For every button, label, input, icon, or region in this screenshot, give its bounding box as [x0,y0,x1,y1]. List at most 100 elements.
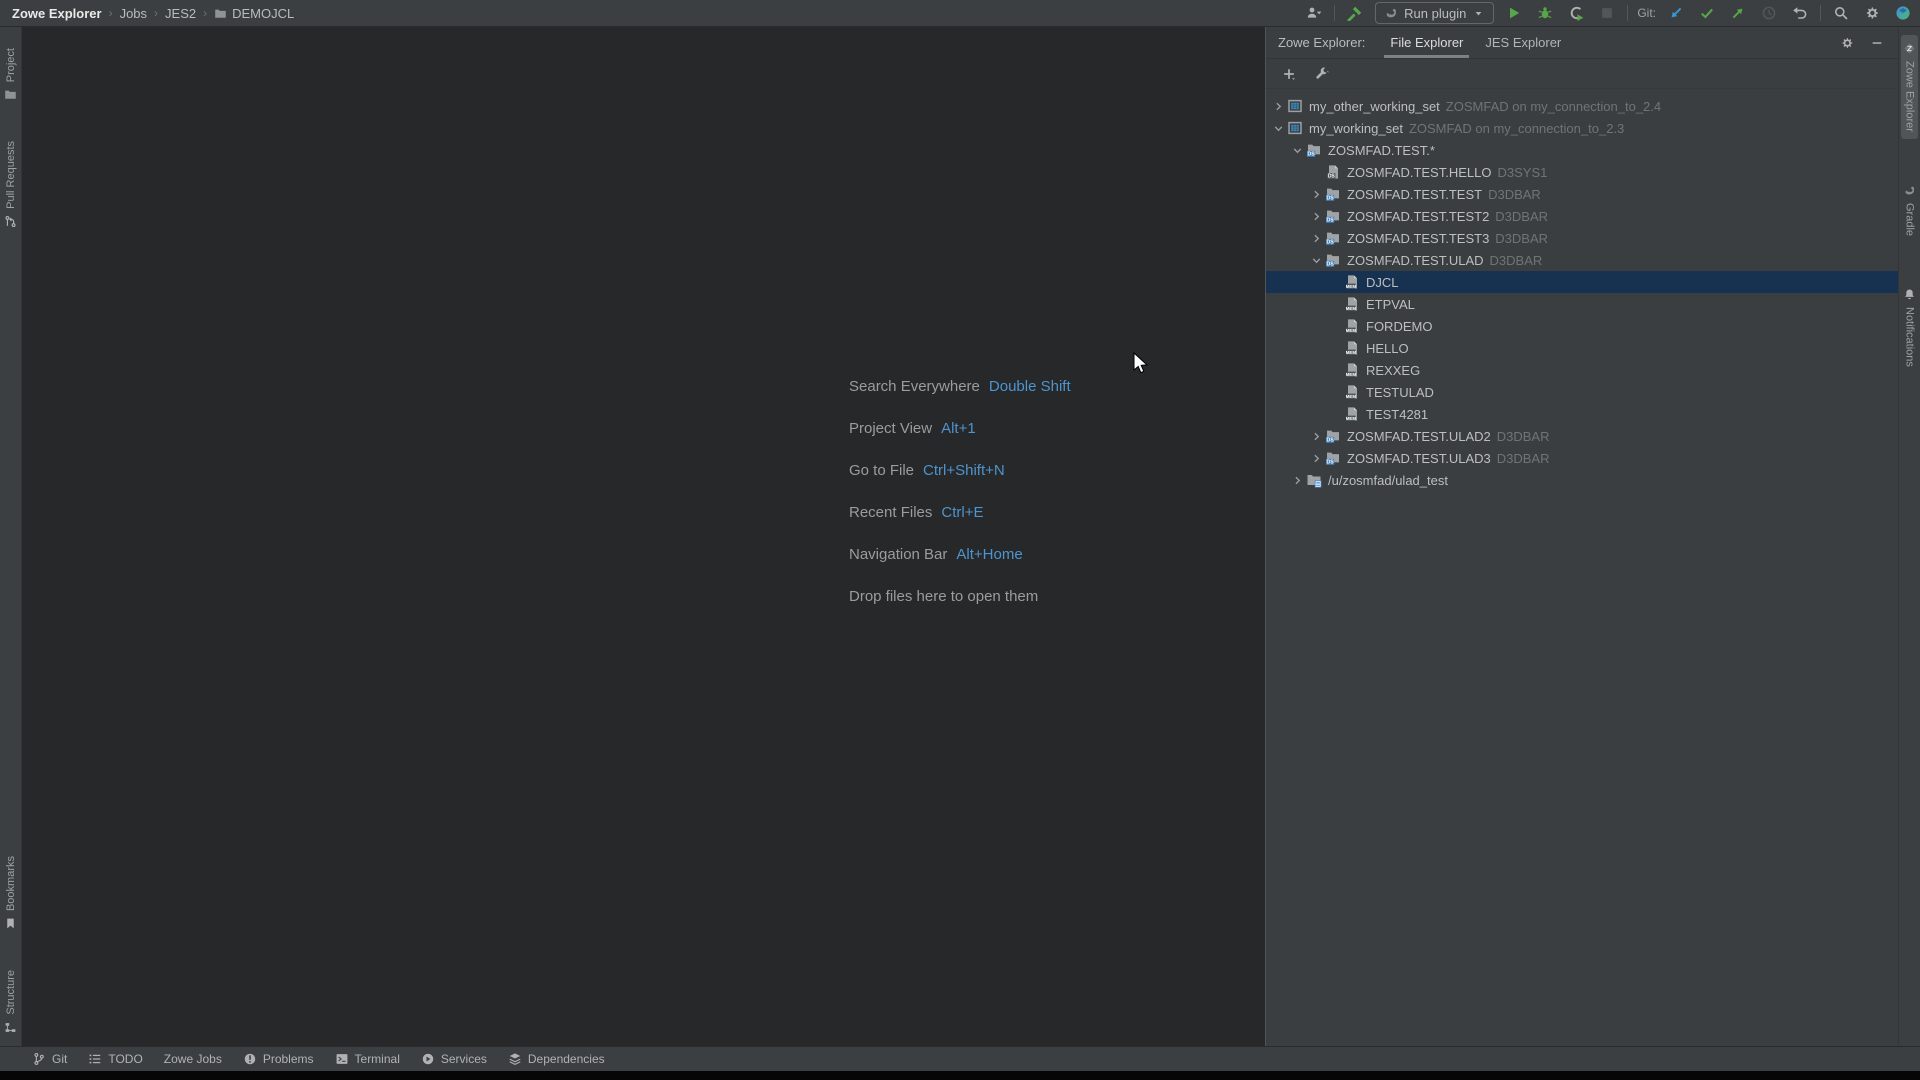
settings-button[interactable] [1861,2,1883,24]
main-toolbar: Run pluginGit: [1303,0,1920,26]
tree-node-label: TESTULAD [1366,385,1434,400]
tree-row[interactable]: MEM TESTULAD [1266,381,1898,403]
chevron-right-icon [1310,210,1323,223]
svg-text:MEM: MEM [1346,350,1357,355]
tool-stripe-button-zowe-explorer[interactable]: Zowe Explorer [1901,35,1918,139]
search-everywhere-button[interactable] [1830,2,1852,24]
zowe-explorer-panel: Zowe Explorer: File ExplorerJES Explorer… [1265,27,1898,1047]
tree-node-label: my_other_working_set [1309,99,1440,114]
tree-row[interactable]: DSZOSMFAD.TEST.ULAD3D3DBAR [1266,447,1898,469]
tool-stripe-button-gradle[interactable]: Gradle [1901,177,1918,243]
push-button[interactable] [1727,2,1749,24]
tree-row[interactable]: my_other_working_set ZOSMFAD on my_connec… [1266,95,1898,117]
svg-text:DS: DS [1326,460,1334,466]
shortcut-keys: Alt+1 [941,420,976,437]
tree-row[interactable]: MEMETPVAL [1266,293,1898,315]
tool-stripe-button-pull-requests[interactable]: Pull Requests [2,134,19,235]
tree-row[interactable]: DSZOSMFAD.TEST.HELLOD3SYS1 [1266,161,1898,183]
tree-node-label: /u/zosmfad/ulad_test [1328,473,1448,488]
tree-node-detail: ZOSMFAD on my_connection_to_2.4 [1446,99,1661,114]
status-bar-item-zowe-jobs[interactable]: Zowe Jobs [164,1052,222,1066]
dataset-folder-icon: DS [1325,186,1341,202]
tree-row[interactable]: my_working_setZOSMFAD on my_connection_t… [1266,117,1898,139]
shortcut-hint: Go to FileCtrl+Shift+N [849,462,1071,482]
svg-text:DS: DS [1326,240,1334,246]
user-button[interactable] [1303,2,1325,24]
history-button[interactable] [1758,2,1780,24]
dataset-folder-icon: DS [1325,450,1341,466]
drop-files-hint: Drop files here to open them [849,588,1071,608]
debug-icon [1537,5,1553,21]
run-button[interactable] [1503,2,1525,24]
tool-stripe-button-project[interactable]: Project [2,41,19,108]
gradle-icon [1903,184,1916,197]
tree-row[interactable]: MEMHELLO [1266,337,1898,359]
breadcrumb-item[interactable]: DEMOJCL [214,6,294,21]
uss-folder-icon [1306,472,1322,488]
dataset-folder-icon: DS [1325,428,1341,444]
tool-stripe-button-structure[interactable]: Structure [2,963,19,1041]
tree-node-label: REXXEG [1366,363,1420,378]
tree-row[interactable]: MEMDJCL [1266,271,1898,293]
hide-button[interactable] [1868,34,1886,52]
tree-row[interactable]: DSZOSMFAD.TEST.TESTD3DBAR [1266,183,1898,205]
run-configuration-select[interactable]: Run plugin [1375,2,1494,24]
config-button[interactable] [1313,65,1331,83]
tab-file-explorer[interactable]: File Explorer [1379,27,1474,58]
window-bottom-edge [0,1071,1920,1080]
shortcut-hints: Search EverywhereDouble ShiftProject Vie… [849,378,1071,630]
member-icon: MEM [1344,384,1360,400]
vcs-update-button[interactable] [1665,2,1687,24]
chevron-down-icon [1272,122,1285,135]
left-stripe-bottom: Bookmarks Structure [2,849,19,1041]
status-bar-item-todo[interactable]: TODO [88,1052,142,1066]
run-icon [1506,5,1522,21]
tree-row[interactable]: DSZOSMFAD.TEST.ULAD2D3DBAR [1266,425,1898,447]
tree-row[interactable]: DSZOSMFAD.TEST.ULADD3DBAR [1266,249,1898,271]
shortcut-hint: Project ViewAlt+1 [849,420,1071,440]
left-tool-stripe: Project Pull Requests Bookmarks Structure [0,27,22,1047]
tree-row[interactable]: DSZOSMFAD.TEST.TEST2D3DBAR [1266,205,1898,227]
member-icon: MEM [1344,406,1360,422]
tree-row[interactable]: DSZOSMFAD.TEST.TEST3D3DBAR [1266,227,1898,249]
svg-text:MEM: MEM [1346,416,1357,421]
chevron-down-icon [1310,254,1323,267]
status-bar-item-dependencies[interactable]: Dependencies [508,1052,605,1066]
problems-icon [243,1052,257,1066]
options-button[interactable] [1838,34,1856,52]
breadcrumb-item[interactable]: JES2 [165,6,196,21]
rollback-button[interactable] [1789,2,1811,24]
tool-stripe-button-bookmarks[interactable]: Bookmarks [2,849,19,937]
status-bar-item-git[interactable]: Git [32,1052,67,1066]
add-button[interactable] [1280,65,1298,83]
status-bar-item-services[interactable]: Services [421,1052,487,1066]
tree-row[interactable]: MEMFORDEMO [1266,315,1898,337]
toolbar-separator [1627,5,1628,21]
tree-node-detail: D3DBAR [1495,231,1548,246]
shortcut-keys: Ctrl+Shift+N [923,462,1005,479]
stop-button[interactable] [1596,2,1618,24]
svg-text:MEM: MEM [1346,306,1357,311]
tree-node-label: ZOSMFAD.TEST.HELLO [1347,165,1491,180]
tab-jes-explorer[interactable]: JES Explorer [1474,27,1572,58]
breadcrumb-item[interactable]: Jobs [120,6,147,21]
zowe-icon [1903,42,1916,55]
debug-button[interactable] [1534,2,1556,24]
commit-button[interactable] [1696,2,1718,24]
chevron-right-icon [1272,100,1285,113]
build-button[interactable] [1344,2,1366,24]
tree-row[interactable]: MEM TEST4281 [1266,403,1898,425]
status-bar-item-problems[interactable]: Problems [243,1052,314,1066]
status-bar-item-terminal[interactable]: Terminal [335,1052,400,1066]
tree-row[interactable]: MEMREXXEG [1266,359,1898,381]
member-icon: MEM [1344,318,1360,334]
breadcrumb-item[interactable]: Zowe Explorer [12,6,102,21]
svg-text:DS: DS [1326,438,1334,444]
tree-row[interactable]: DSZOSMFAD.TEST.* [1266,139,1898,161]
profile-button[interactable] [1892,2,1914,24]
tool-stripe-button-notifications[interactable]: Notifications [1901,281,1918,374]
coverage-button[interactable] [1565,2,1587,24]
tree-node-label: TEST4281 [1366,407,1428,422]
tree-row[interactable]: /u/zosmfad/ulad_test [1266,469,1898,491]
member-icon: MEM [1344,340,1360,356]
